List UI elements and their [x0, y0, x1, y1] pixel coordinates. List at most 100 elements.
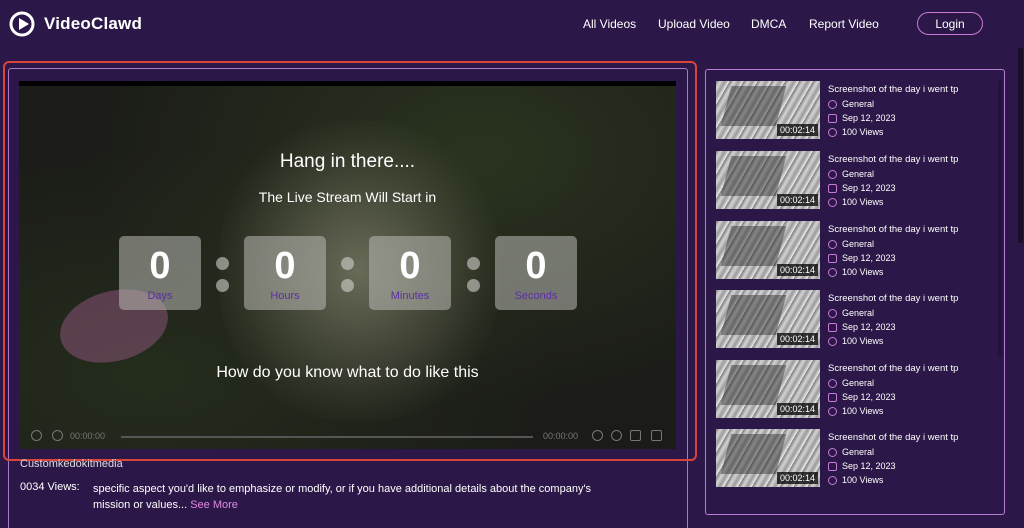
views-label: 100 Views	[842, 336, 884, 346]
sidebar-scrollbar[interactable]	[998, 80, 1002, 358]
views-label: 100 Views	[842, 475, 884, 485]
video-thumbnail[interactable]: 00:02:14	[716, 81, 820, 139]
related-video-card[interactable]: 00:02:14 Screenshot of the day i went tp G…	[716, 360, 996, 420]
countdown-subheading: The Live Stream Will Start in	[258, 189, 437, 205]
video-date: Sep 12, 2023	[828, 392, 896, 402]
views-label: 100 Views	[842, 267, 884, 277]
nav-dmca[interactable]: DMCA	[751, 17, 786, 31]
user-icon	[828, 169, 837, 179]
related-video-card[interactable]: 00:02:14 Screenshot of the day i went tp G…	[716, 81, 996, 141]
video-title[interactable]: Screenshot of the day i went tp	[828, 293, 958, 304]
countdown-days-value: 0	[149, 245, 171, 287]
video-category: General	[828, 169, 874, 179]
date-label: Sep 12, 2023	[842, 322, 896, 332]
date-label: Sep 12, 2023	[842, 461, 896, 471]
calendar-icon	[828, 322, 837, 332]
eye-icon	[828, 406, 837, 416]
video-controls: 00:00:00 00:00:00	[19, 427, 676, 447]
video-views: 100 Views	[828, 406, 883, 416]
page-scrollbar[interactable]	[1018, 48, 1023, 243]
video-top-bar	[19, 81, 676, 86]
volume-icon[interactable]	[592, 430, 603, 441]
login-button[interactable]: Login	[917, 12, 983, 35]
countdown-separator-dot	[467, 257, 480, 270]
date-label: Sep 12, 2023	[842, 392, 896, 402]
video-date: Sep 12, 2023	[828, 183, 896, 193]
video-date: Sep 12, 2023	[828, 461, 896, 471]
views-label: 100 Views	[842, 406, 884, 416]
video-title[interactable]: Screenshot of the day i went tp	[828, 224, 958, 235]
logo-text: VideoClawd	[44, 14, 143, 33]
video-player[interactable]: Hang in there.... The Live Stream Will S…	[19, 81, 676, 449]
category-label: General	[842, 308, 875, 318]
countdown-seconds-label: Seconds	[514, 290, 558, 302]
eye-icon	[828, 127, 837, 137]
site-logo[interactable]: VideoClawd	[8, 10, 142, 38]
video-category: General	[828, 239, 874, 249]
eye-icon	[828, 267, 837, 277]
eye-icon	[828, 475, 837, 485]
category-label: General	[842, 99, 875, 109]
view-count: 0034 Views:	[20, 481, 80, 493]
related-video-card[interactable]: 00:02:14 Screenshot of the day i went tp G…	[716, 221, 996, 281]
category-label: General	[842, 239, 875, 249]
views-label: 100 Views	[842, 127, 884, 137]
related-video-card[interactable]: 00:02:14 Screenshot of the day i went tp G…	[716, 151, 996, 211]
see-more-link[interactable]: See More	[190, 499, 238, 511]
video-date: Sep 12, 2023	[828, 253, 896, 263]
countdown-days: 0 Days	[119, 236, 201, 310]
user-icon	[828, 308, 837, 318]
video-thumbnail[interactable]: 00:02:14	[716, 360, 820, 418]
video-duration: 00:02:14	[776, 264, 818, 276]
play-logo-icon	[9, 11, 35, 37]
video-thumbnail[interactable]: 00:02:14	[716, 290, 820, 348]
nav-upload-video[interactable]: Upload Video	[658, 17, 730, 31]
stream-title: How do you know what to do like this	[216, 364, 479, 381]
replay-icon[interactable]	[52, 430, 63, 441]
video-title[interactable]: Screenshot of the day i went tp	[828, 154, 958, 165]
nav-all-videos[interactable]: All Videos	[583, 17, 636, 31]
user-icon	[828, 378, 837, 388]
user-icon	[828, 99, 837, 109]
video-thumbnail[interactable]: 00:02:14	[716, 429, 820, 487]
video-title[interactable]: Screenshot of the day i went tp	[828, 84, 958, 95]
countdown-separator-dot	[341, 257, 354, 270]
date-label: Sep 12, 2023	[842, 253, 896, 263]
video-thumbnail[interactable]: 00:02:14	[716, 151, 820, 209]
countdown-separator-dot	[467, 279, 480, 292]
video-title[interactable]: Screenshot of the day i went tp	[828, 432, 958, 443]
related-video-card[interactable]: 00:02:14 Screenshot of the day i went tp G…	[716, 429, 996, 489]
calendar-icon	[828, 253, 837, 263]
video-views: 100 Views	[828, 475, 883, 485]
video-category: General	[828, 378, 874, 388]
site-header: VideoClawd All Videos Upload Video DMCA …	[0, 0, 1024, 48]
video-description: specific aspect you'd like to emphasize …	[93, 481, 613, 513]
nav-report-video[interactable]: Report Video	[809, 17, 879, 31]
calendar-icon	[828, 461, 837, 471]
settings-icon[interactable]	[611, 430, 622, 441]
channel-name[interactable]: Customkedokitmedia	[20, 458, 123, 470]
user-icon	[828, 239, 837, 249]
countdown-minutes: 0 Minutes	[369, 236, 451, 310]
fullscreen-icon[interactable]	[651, 430, 662, 441]
date-label: Sep 12, 2023	[842, 183, 896, 193]
calendar-icon	[828, 113, 837, 123]
category-label: General	[842, 378, 875, 388]
progress-bar[interactable]	[121, 436, 533, 438]
video-duration: 00:02:14	[776, 124, 818, 136]
calendar-icon	[828, 183, 837, 193]
play-icon[interactable]	[31, 430, 42, 441]
countdown-separator-dot	[341, 279, 354, 292]
countdown-separator-dot	[216, 279, 229, 292]
video-views: 100 Views	[828, 197, 883, 207]
theater-mode-icon[interactable]	[630, 430, 641, 441]
related-video-card[interactable]: 00:02:14 Screenshot of the day i went tp G…	[716, 290, 996, 350]
video-duration: 00:02:14	[776, 333, 818, 345]
video-title[interactable]: Screenshot of the day i went tp	[828, 363, 958, 374]
category-label: General	[842, 447, 875, 457]
video-date: Sep 12, 2023	[828, 322, 896, 332]
eye-icon	[828, 197, 837, 207]
video-thumbnail[interactable]: 00:02:14	[716, 221, 820, 279]
countdown-hours-label: Hours	[270, 290, 300, 302]
countdown-hours: 0 Hours	[244, 236, 326, 310]
